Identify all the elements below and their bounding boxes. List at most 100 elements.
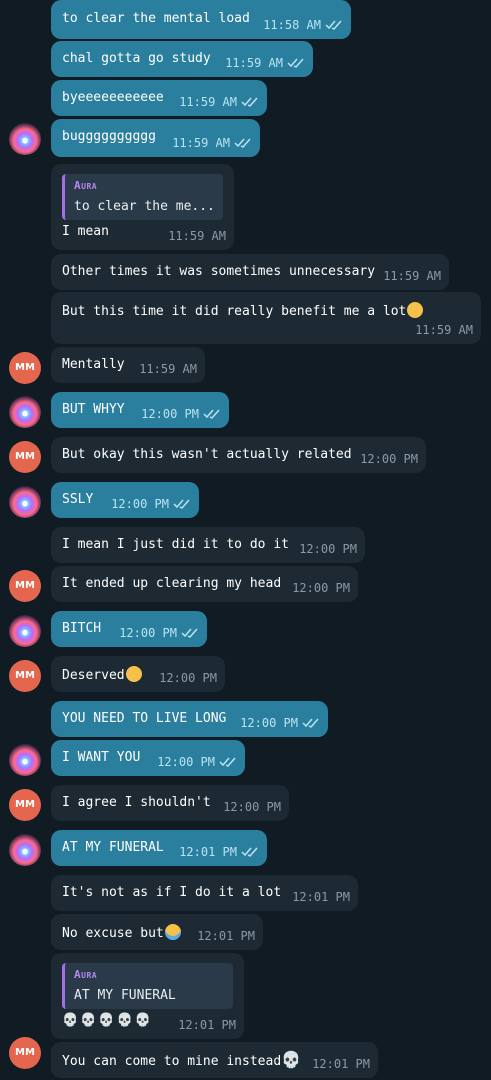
message-text: I mean xyxy=(62,224,109,239)
reply-author: Aura xyxy=(74,179,98,192)
message-meta: 12:00 PM xyxy=(159,671,217,685)
message-meta: 11:58 AM xyxy=(263,18,343,32)
message-text: YOU NEED TO LIVE LONG xyxy=(62,711,227,726)
message-text-content: No excuse but xyxy=(62,926,164,941)
message-bubble[interactable]: Mentally 11:59 AM xyxy=(51,347,205,383)
message-time: 11:59 AM xyxy=(225,56,283,70)
message-bubble[interactable]: It ended up clearing my head 12:00 PM xyxy=(51,566,358,602)
message-bubble[interactable]: I mean I just did it to do it 12:00 PM xyxy=(51,527,365,563)
message-time: 12:00 PM xyxy=(299,542,357,556)
message-meta: 11:59 AM xyxy=(179,95,259,109)
message-time: 11:58 AM xyxy=(263,18,321,32)
avatar-mm[interactable]: MM xyxy=(9,570,41,602)
avatar-aura[interactable] xyxy=(9,744,41,776)
avatar-mm[interactable]: MM xyxy=(9,441,41,473)
double-check-icon xyxy=(203,409,220,419)
message-time: 11:59 AM xyxy=(383,269,441,283)
message-bubble[interactable]: byeeeeeeeeeee 11:59 AM xyxy=(51,80,267,116)
avatar-aura[interactable] xyxy=(9,123,41,155)
message-time: 12:01 PM xyxy=(292,890,350,904)
message-bubble[interactable]: You can come to mine instead💀 12:01 PM xyxy=(51,1042,378,1078)
message-text-content: But this time it did really benefit me a… xyxy=(62,304,407,319)
message-bubble[interactable]: AT MY FUNERAL 12:01 PM xyxy=(51,830,267,866)
reply-preview[interactable]: Aura to clear the me... xyxy=(62,174,223,220)
message-bubble[interactable]: BUT WHYY 12:00 PM xyxy=(51,392,229,428)
message-meta: 11:59 AM xyxy=(383,269,441,283)
message-text: 💀💀💀💀💀 xyxy=(62,1013,153,1028)
message-time: 11:59 AM xyxy=(179,95,237,109)
avatar-aura[interactable] xyxy=(9,615,41,647)
message-text: No excuse but xyxy=(62,924,181,941)
message-text: SSLY xyxy=(62,492,94,507)
message-time: 12:01 PM xyxy=(197,929,255,943)
avatar-aura[interactable] xyxy=(9,396,41,428)
message-bubble[interactable]: Aura AT MY FUNERAL 💀💀💀💀💀 12:01 PM xyxy=(51,953,244,1039)
reply-author: Aura xyxy=(74,968,98,981)
message-bubble[interactable]: I WANT YOU 12:00 PM xyxy=(51,740,245,776)
message-text: Other times it was sometimes unnecessary xyxy=(62,264,376,279)
message-text: Deserved xyxy=(62,666,142,683)
double-check-icon xyxy=(302,718,319,728)
message-bubble[interactable]: But okay this wasn't actually related 12… xyxy=(51,437,426,473)
message-bubble[interactable]: chal gotta go study 11:59 AM xyxy=(51,41,313,77)
message-bubble[interactable]: YOU NEED TO LIVE LONG 12:00 PM xyxy=(51,701,328,737)
pleading-face-icon xyxy=(125,666,142,682)
crying-face-icon xyxy=(164,924,181,940)
message-meta: 12:00 PM xyxy=(141,407,221,421)
message-time: 12:00 PM xyxy=(240,716,298,730)
avatar-aura[interactable] xyxy=(9,834,41,866)
message-meta: 12:00 PM xyxy=(360,452,418,466)
double-check-icon xyxy=(234,138,251,148)
message-time: 12:00 PM xyxy=(292,581,350,595)
reply-preview[interactable]: Aura AT MY FUNERAL xyxy=(62,963,233,1009)
message-meta: 12:00 PM xyxy=(119,626,199,640)
message-text-content: You can come to mine instead xyxy=(62,1054,282,1069)
message-text: It ended up clearing my head xyxy=(62,576,282,591)
double-check-icon xyxy=(287,58,304,68)
message-time: 11:59 AM xyxy=(139,362,197,376)
message-bubble[interactable]: bugggggggggg 11:59 AM xyxy=(51,119,260,157)
reply-text: to clear the me... xyxy=(74,199,215,214)
message-time: 11:59 AM xyxy=(415,323,473,337)
message-bubble[interactable]: to clear the mental load 11:58 AM xyxy=(51,0,351,39)
double-check-icon xyxy=(173,499,190,509)
message-time: 11:59 AM xyxy=(172,136,230,150)
message-text: BITCH xyxy=(62,621,102,636)
message-text: Mentally xyxy=(62,357,125,372)
message-bubble[interactable]: Deserved 12:00 PM xyxy=(51,656,225,692)
message-meta: 12:01 PM xyxy=(197,929,255,943)
message-text: BUT WHYY xyxy=(62,402,125,417)
reply-text: AT MY FUNERAL xyxy=(74,988,176,1003)
pleading-face-icon xyxy=(407,302,424,318)
message-text: bugggggggggg xyxy=(62,129,156,144)
message-meta: 11:59 AM xyxy=(139,362,197,376)
avatar-mm[interactable]: MM xyxy=(9,789,41,821)
message-time: 12:00 PM xyxy=(159,671,217,685)
message-time: 12:00 PM xyxy=(119,626,177,640)
message-time: 12:00 PM xyxy=(157,755,215,769)
avatar-mm[interactable]: MM xyxy=(9,352,41,384)
message-bubble[interactable]: It's not as if I do it a lot 12:01 PM xyxy=(51,875,358,911)
message-time: 12:00 PM xyxy=(360,452,418,466)
chat-thread: to clear the mental load 11:58 AM chal g… xyxy=(0,0,491,1080)
message-bubble[interactable]: No excuse but 12:01 PM xyxy=(51,914,263,950)
message-meta: 12:00 PM xyxy=(223,800,281,814)
message-meta: 12:00 PM xyxy=(111,497,191,511)
message-text-content: Deserved xyxy=(62,668,125,683)
message-bubble[interactable]: BITCH 12:00 PM xyxy=(51,611,207,647)
message-meta: 12:00 PM xyxy=(240,716,320,730)
message-bubble[interactable]: SSLY 12:00 PM xyxy=(51,482,199,518)
message-time: 12:00 PM xyxy=(223,800,281,814)
message-meta: 11:59 AM xyxy=(172,136,252,150)
skull-icon: 💀 xyxy=(281,1050,302,1069)
message-text: I mean I just did it to do it xyxy=(62,537,289,552)
avatar-mm[interactable]: MM xyxy=(9,660,41,692)
message-bubble[interactable]: I agree I shouldn't 12:00 PM xyxy=(51,785,289,821)
message-bubble[interactable]: Aura to clear the me... I mean 11:59 AM xyxy=(51,164,234,250)
message-bubble[interactable]: Other times it was sometimes unnecessary… xyxy=(51,254,449,290)
avatar-mm[interactable]: MM xyxy=(9,1037,41,1069)
double-check-icon xyxy=(241,97,258,107)
message-bubble[interactable]: But this time it did really benefit me a… xyxy=(51,292,481,344)
message-text: You can come to mine instead💀 xyxy=(62,1050,305,1070)
avatar-aura[interactable] xyxy=(9,486,41,518)
